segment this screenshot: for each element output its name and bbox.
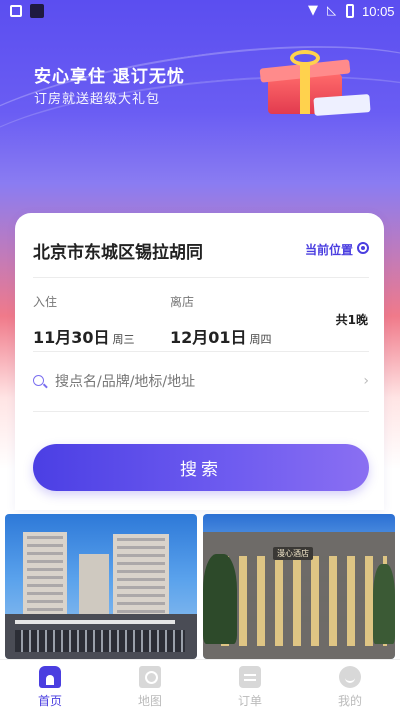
checkout-value: 12月01日 周四 xyxy=(170,324,272,348)
tab-map-label: 地图 xyxy=(137,694,162,708)
chevron-right-icon[interactable]: › xyxy=(362,309,368,325)
hotel-list: 漫心酒店 xyxy=(5,514,395,659)
home-icon xyxy=(39,666,61,688)
checkout-date[interactable]: 离店 12月01日 周四 xyxy=(170,293,272,348)
search-icon xyxy=(33,375,44,386)
locate-icon[interactable] xyxy=(357,242,369,254)
battery-icon xyxy=(346,4,354,18)
divider xyxy=(33,351,369,352)
status-bar: ▼ ◺ 10:05 xyxy=(0,0,400,24)
tab-home[interactable]: 首页 xyxy=(20,664,80,710)
tab-profile[interactable]: 我的 xyxy=(320,664,380,710)
tab-map[interactable]: 地图 xyxy=(120,664,180,710)
tab-orders[interactable]: 订单 xyxy=(220,664,280,710)
tab-home-label: 首页 xyxy=(37,694,62,708)
bottom-tab-bar: 首页 地图 订单 我的 xyxy=(0,659,400,711)
checkin-label: 入住 xyxy=(33,295,58,309)
checkout-weekday: 周四 xyxy=(249,333,272,346)
app-notification-icon xyxy=(30,4,44,18)
profile-icon xyxy=(339,666,361,688)
divider xyxy=(33,277,369,278)
checkin-weekday: 周三 xyxy=(112,333,135,346)
search-button[interactable]: 搜索 xyxy=(33,444,369,491)
current-location-button[interactable]: 当前位置 xyxy=(305,241,353,258)
tab-profile-label: 我的 xyxy=(337,694,362,708)
status-time: 10:05 xyxy=(362,4,395,19)
banner-subtitle[interactable]: 订房就送超级大礼包 xyxy=(34,88,160,107)
hotel-signboard: 漫心酒店 xyxy=(273,547,313,560)
banner-title[interactable]: 安心享住 退订无忧 xyxy=(34,62,185,87)
keyword-search-row[interactable]: › xyxy=(33,365,369,401)
wifi-icon: ▼ xyxy=(308,3,318,18)
location-text[interactable]: 北京市东城区锡拉胡同 xyxy=(33,238,203,263)
tab-orders-label: 订单 xyxy=(237,694,262,708)
checkin-date[interactable]: 入住 11月30日 周三 xyxy=(33,293,135,348)
map-icon xyxy=(139,666,161,688)
checkin-date-text: 11月30日 xyxy=(33,328,110,347)
search-card: 北京市东城区锡拉胡同 当前位置 入住 11月30日 周三 离店 12月01日 周四 … xyxy=(15,213,384,510)
checkin-value: 11月30日 周三 xyxy=(33,324,135,348)
chevron-right-icon[interactable]: › xyxy=(363,373,369,389)
checkout-label: 离店 xyxy=(170,295,195,309)
hotel-card-image[interactable]: 漫心酒店 xyxy=(203,514,395,659)
order-icon xyxy=(239,666,261,688)
checkout-date-text: 12月01日 xyxy=(170,328,247,347)
divider xyxy=(33,411,369,412)
gift-box-icon[interactable] xyxy=(250,50,380,125)
location-row[interactable]: 北京市东城区锡拉胡同 当前位置 xyxy=(33,235,369,265)
hotel-card-image[interactable] xyxy=(5,514,197,659)
keyword-search-input[interactable] xyxy=(55,369,345,395)
gallery-notification-icon xyxy=(10,5,22,17)
no-signal-icon: ◺ xyxy=(327,3,337,17)
